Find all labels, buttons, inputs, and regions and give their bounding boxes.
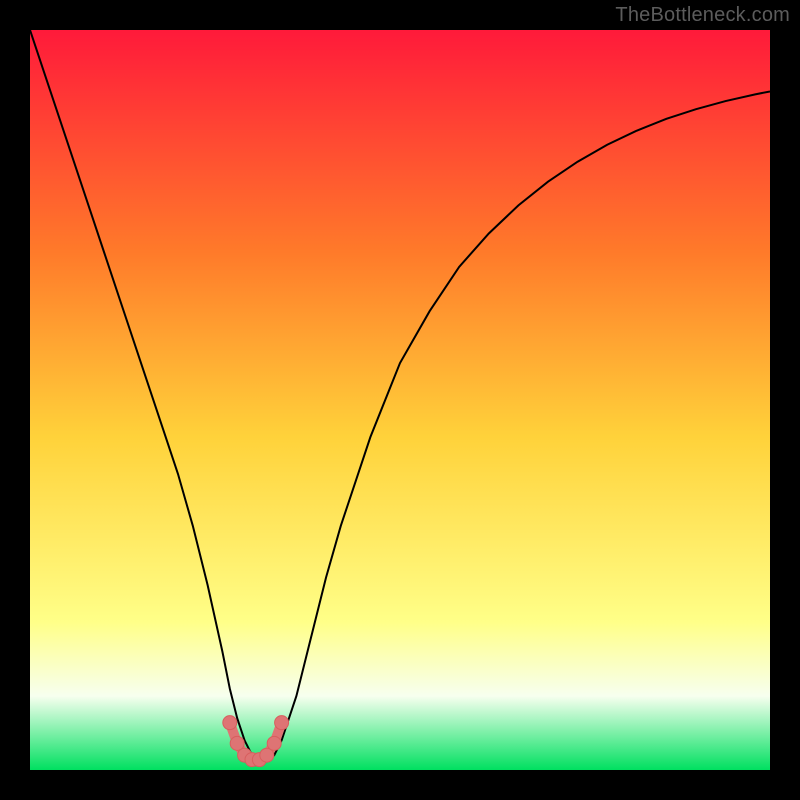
- plot-svg: [30, 30, 770, 770]
- bottom-overlay-marker: [223, 716, 237, 730]
- chart-frame: TheBottleneck.com: [0, 0, 800, 800]
- bottom-overlay-marker: [275, 716, 289, 730]
- gradient-background: [30, 30, 770, 770]
- watermark-text: TheBottleneck.com: [615, 4, 790, 27]
- plot-area: [30, 30, 770, 770]
- bottom-overlay-marker: [267, 736, 281, 750]
